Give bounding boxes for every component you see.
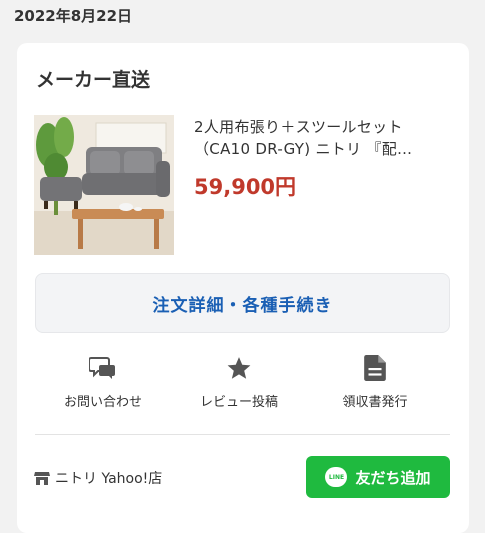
receipt-button[interactable]: 領収書発行 [310,355,440,410]
contact-label: お問い合わせ [63,395,142,410]
order-card: メーカー直送 2人用布張り＋スツールセット（CA10 DR-GY) ニトリ 『配… [17,43,469,533]
line-button-label: 友だち追加 [355,468,431,487]
action-row: お問い合わせ レビュー投稿 領収書発行 [17,355,469,415]
chat-bubbles-icon [38,355,168,381]
shop-link[interactable]: ニトリ Yahoo!店 [34,468,162,488]
order-details-button[interactable]: 注文詳細・各種手続き [35,273,450,333]
order-date: 2022年8月22日 [14,7,133,25]
star-icon [174,355,304,381]
product-price: 59,900円 [194,175,297,199]
review-button[interactable]: レビュー投稿 [174,355,304,410]
review-label: レビュー投稿 [199,395,278,410]
sofa-product-photo [34,115,174,255]
store-icon [34,472,50,485]
shop-name: ニトリ Yahoo!店 [55,471,163,487]
contact-button[interactable]: お問い合わせ [38,355,168,410]
card-title: メーカー直送 [36,69,151,91]
line-logo-icon: LINE [325,467,348,487]
product-name[interactable]: 2人用布張り＋スツールセット（CA10 DR-GY) ニトリ 『配… [194,116,452,160]
line-add-friend-button[interactable]: LINE 友だち追加 [306,456,450,498]
document-icon [310,355,440,381]
product-image[interactable] [34,115,174,255]
receipt-label: 領収書発行 [342,395,408,410]
divider [35,434,450,435]
